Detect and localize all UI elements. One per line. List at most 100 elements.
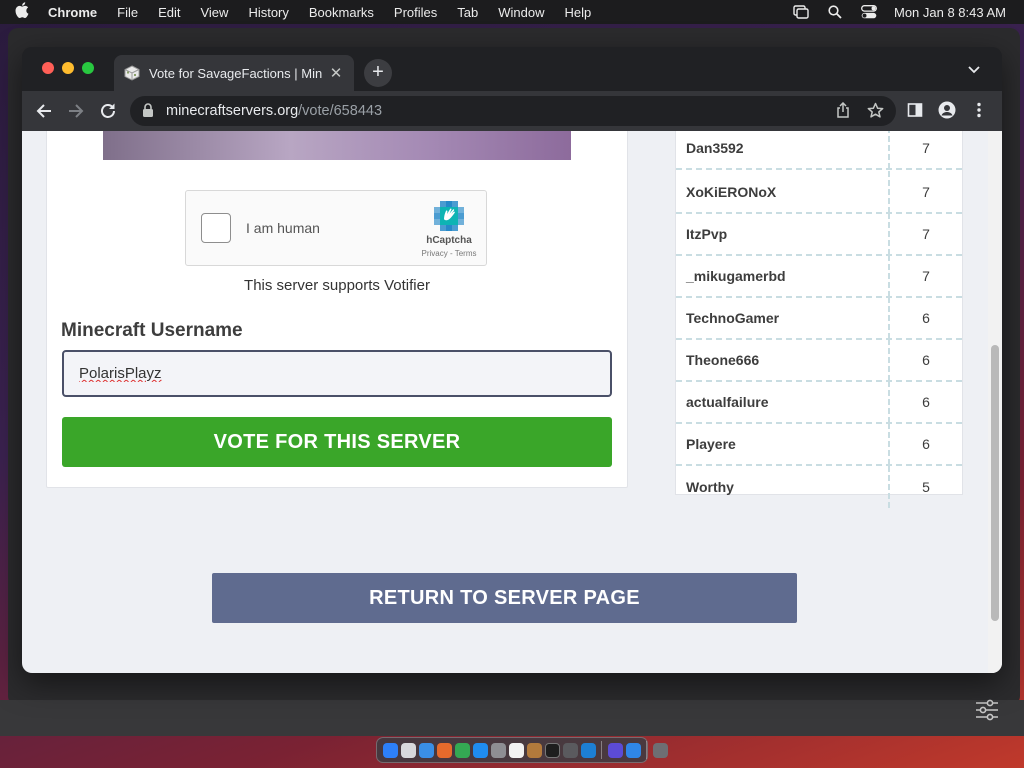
launchpad-icon[interactable] xyxy=(400,742,416,758)
profile-icon[interactable] xyxy=(938,101,956,119)
page-viewport: I am human hCaptcha Privacy - Terms This… xyxy=(22,131,1002,673)
system-settings-icon[interactable] xyxy=(490,742,506,758)
vscode-icon[interactable] xyxy=(580,742,596,758)
voter-count: 7 xyxy=(922,268,930,284)
voter-name: Playere xyxy=(676,423,890,465)
menu-file[interactable]: File xyxy=(117,5,138,20)
server-banner-image xyxy=(103,131,571,160)
menu-profiles[interactable]: Profiles xyxy=(394,5,437,20)
captcha-brand: hCaptcha xyxy=(426,235,472,246)
url-host: minecraftservers.org xyxy=(166,103,299,119)
voter-count: 6 xyxy=(922,436,930,452)
minecraft-favicon-icon xyxy=(124,65,140,81)
menu-edit[interactable]: Edit xyxy=(158,5,180,20)
macos-menu-bar: Chrome File Edit View History Bookmarks … xyxy=(0,0,1024,24)
voter-row: Worthy 5 xyxy=(676,466,962,508)
background-window-bottom-bar xyxy=(0,700,1024,736)
url-path: /vote/658443 xyxy=(298,103,383,119)
voter-row: XoKiERONoX 7 xyxy=(676,171,962,214)
voter-row: _mikugamerbd 7 xyxy=(676,255,962,298)
back-arrow-icon[interactable] xyxy=(34,101,54,121)
status-area: Mon Jan 8 8:43 AM xyxy=(776,0,1006,24)
votifier-note: This server supports Votifier xyxy=(244,277,430,294)
voter-name: _mikugamerbd xyxy=(676,255,890,297)
menu-window[interactable]: Window xyxy=(498,5,544,20)
chrome-window: Vote for SavageFactions | Mine ✕ + minec… xyxy=(22,47,1002,673)
terminal-icon[interactable] xyxy=(544,742,560,758)
close-window-button[interactable] xyxy=(42,62,54,74)
tab-close-icon[interactable]: ✕ xyxy=(328,64,344,82)
share-icon[interactable] xyxy=(834,101,852,119)
voter-row: Theone666 6 xyxy=(676,339,962,382)
voter-count: 6 xyxy=(922,352,930,368)
scrollbar-thumb[interactable] xyxy=(991,345,999,621)
app-store-icon[interactable] xyxy=(472,742,488,758)
voter-row: ItzPvp 7 xyxy=(676,213,962,256)
username-input[interactable] xyxy=(62,350,612,397)
spotlight-search-icon[interactable] xyxy=(826,5,844,19)
kebab-menu-icon[interactable] xyxy=(970,101,988,119)
voter-count: 5 xyxy=(922,479,930,495)
voter-name: Worthy xyxy=(676,466,890,508)
dock-separator xyxy=(646,741,647,759)
finder-icon[interactable] xyxy=(382,742,398,758)
chrome-icon[interactable] xyxy=(454,742,470,758)
side-panel-icon[interactable] xyxy=(906,101,924,119)
voter-count: 6 xyxy=(922,394,930,410)
menu-view[interactable]: View xyxy=(200,5,228,20)
hcaptcha-logo-icon xyxy=(432,199,466,233)
control-center-icon[interactable] xyxy=(860,5,878,19)
macos-dock xyxy=(376,737,668,763)
active-tab[interactable]: Vote for SavageFactions | Mine ✕ xyxy=(114,55,354,91)
menu-bookmarks[interactable]: Bookmarks xyxy=(309,5,374,20)
lock-icon[interactable] xyxy=(142,103,156,119)
voter-name: TechnoGamer xyxy=(676,297,890,339)
menu-chrome[interactable]: Chrome xyxy=(48,5,97,20)
hcaptcha-widget: I am human hCaptcha Privacy - Terms xyxy=(185,190,487,266)
voter-name: XoKiERONoX xyxy=(676,171,890,213)
minimize-window-button[interactable] xyxy=(62,62,74,74)
firefox-icon[interactable] xyxy=(436,742,452,758)
downloads-folder-icon[interactable] xyxy=(625,742,641,758)
captcha-privacy-terms-links[interactable]: Privacy - Terms xyxy=(400,249,498,258)
tab-search-chevron-icon[interactable] xyxy=(966,63,982,77)
voter-name: actualfailure xyxy=(676,381,890,423)
voter-count: 7 xyxy=(922,140,930,156)
voter-count: 7 xyxy=(922,226,930,242)
username-label: Minecraft Username xyxy=(61,320,243,341)
screen-mirroring-icon[interactable] xyxy=(792,5,810,19)
voter-row: actualfailure 6 xyxy=(676,381,962,424)
top-voters-table: Dan3592 7 XoKiERONoX 7 ItzPvp 7 _mikugam… xyxy=(675,131,963,508)
menu-history[interactable]: History xyxy=(248,5,288,20)
return-to-server-button[interactable]: RETURN TO SERVER PAGE xyxy=(212,573,797,623)
textedit-icon[interactable] xyxy=(508,742,524,758)
visual-studio-icon[interactable] xyxy=(607,742,623,758)
dock-separator xyxy=(601,741,602,759)
voter-row: TechnoGamer 6 xyxy=(676,297,962,340)
activity-monitor-icon[interactable] xyxy=(562,742,578,758)
address-bar[interactable]: minecraftservers.org/vote/658443 xyxy=(130,96,896,126)
voter-name: Dan3592 xyxy=(676,131,890,169)
bookmark-star-icon[interactable] xyxy=(866,101,884,119)
voter-count: 7 xyxy=(922,184,930,200)
menu-help[interactable]: Help xyxy=(565,5,592,20)
voter-name: ItzPvp xyxy=(676,213,890,255)
voter-row: Playere 6 xyxy=(676,423,962,466)
reload-icon[interactable] xyxy=(98,101,118,121)
page-scrollbar[interactable] xyxy=(988,131,1002,673)
menu-tab[interactable]: Tab xyxy=(457,5,478,20)
sliders-icon[interactable] xyxy=(974,698,1000,722)
tab-title: Vote for SavageFactions | Mine xyxy=(149,65,322,81)
captcha-checkbox[interactable] xyxy=(201,213,231,243)
paint-brush-icon[interactable] xyxy=(526,742,542,758)
forward-arrow-icon[interactable] xyxy=(66,101,86,121)
new-tab-button[interactable]: + xyxy=(364,59,392,87)
apple-menu-icon[interactable] xyxy=(12,2,32,22)
menu-bar-clock[interactable]: Mon Jan 8 8:43 AM xyxy=(894,5,1006,20)
zoom-window-button[interactable] xyxy=(82,62,94,74)
vote-button[interactable]: VOTE FOR THIS SERVER xyxy=(62,417,612,467)
voter-count: 6 xyxy=(922,310,930,326)
safari-icon[interactable] xyxy=(418,742,434,758)
browser-toolbar: minecraftservers.org/vote/658443 xyxy=(22,91,1002,131)
trash-icon[interactable] xyxy=(652,742,668,758)
